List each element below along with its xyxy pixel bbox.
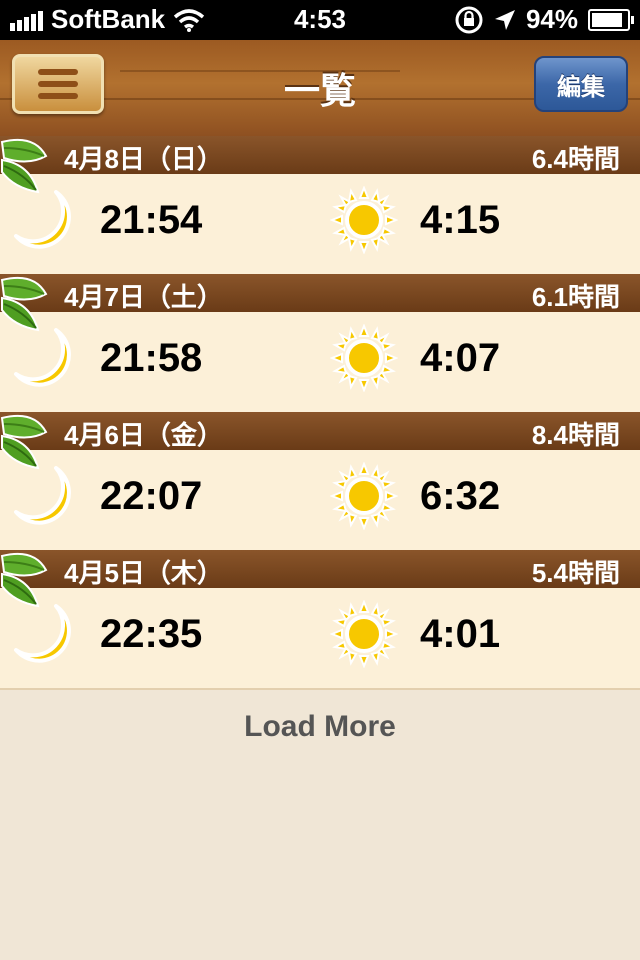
moon-icon <box>14 604 71 663</box>
day-body: 21:58 4:07 <box>0 312 640 414</box>
wake-time-value: 4:15 <box>420 198 501 242</box>
day-header: 4月6日（金） 8.4時間 <box>0 412 640 450</box>
day-date: 4月7日（土） <box>64 282 223 312</box>
day-row[interactable]: 4月5日（木） 5.4時間 22:35 4:01 <box>0 550 640 690</box>
sleep-duration: 5.4時間 <box>531 558 620 588</box>
bedtime-value: 21:54 <box>100 198 203 242</box>
day-header: 4月8日（日） 6.4時間 <box>0 136 640 174</box>
day-date: 4月8日（日） <box>64 144 223 174</box>
status-bar: SoftBank 4:53 94% <box>0 0 640 40</box>
sun-icon <box>330 186 398 254</box>
battery-icon <box>588 8 634 31</box>
edit-button[interactable]: 編集 <box>534 56 628 112</box>
day-date: 4月5日（木） <box>64 558 223 588</box>
navigation-bar: 一覧 編集 <box>0 40 640 138</box>
wake-time-value: 4:01 <box>420 612 501 656</box>
day-header: 4月5日（木） 5.4時間 <box>0 550 640 588</box>
moon-icon <box>14 190 71 249</box>
sun-icon <box>330 462 398 530</box>
battery-percent: 94% <box>525 4 578 34</box>
bedtime-value: 22:35 <box>100 612 203 656</box>
sleep-duration: 6.4時間 <box>531 144 620 174</box>
bedtime-value: 21:58 <box>100 336 203 380</box>
day-header: 4月7日（土） 6.1時間 <box>0 274 640 312</box>
sleep-duration: 6.1時間 <box>531 282 620 312</box>
wake-time-value: 4:07 <box>420 336 501 380</box>
day-date: 4月6日（金） <box>64 420 223 450</box>
bedtime-value: 22:07 <box>100 474 203 518</box>
rotation-lock-icon <box>455 6 483 33</box>
sun-icon <box>330 600 398 668</box>
moon-icon <box>14 328 71 387</box>
day-row[interactable]: 4月6日（金） 8.4時間 22:07 6:32 <box>0 412 640 552</box>
wake-time-value: 6:32 <box>420 474 501 518</box>
moon-icon <box>14 466 71 525</box>
load-more-button[interactable]: Load More <box>0 710 640 744</box>
day-row[interactable]: 4月7日（土） 6.1時間 21:58 4:07 <box>0 274 640 414</box>
sleep-duration: 8.4時間 <box>531 420 620 450</box>
day-body: 22:07 6:32 <box>0 450 640 552</box>
sun-icon <box>330 324 398 392</box>
day-body: 21:54 4:15 <box>0 174 640 276</box>
location-arrow-icon <box>494 9 515 30</box>
day-body: 22:35 4:01 <box>0 588 640 690</box>
day-row[interactable]: 4月8日（日） 6.4時間 21:54 4:15 <box>0 136 640 276</box>
